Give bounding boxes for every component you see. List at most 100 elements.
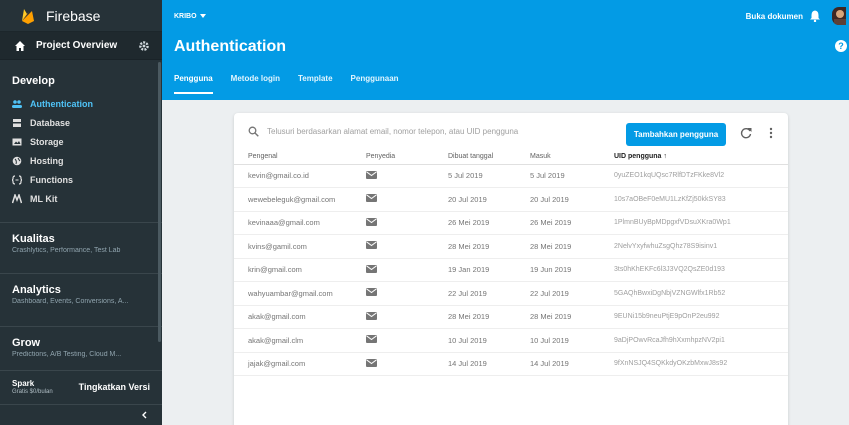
group-title: Kualitas <box>12 233 55 245</box>
provider-cell <box>352 187 434 212</box>
sidebar-group-kualitas[interactable]: Kualitas Crashlytics, Performance, Test … <box>0 223 162 265</box>
avatar[interactable] <box>832 7 846 25</box>
group-subtitle: Dashboard, Events, Conversions, A... <box>12 298 129 305</box>
signed-in-date: 20 Jul 2019 <box>516 187 600 212</box>
user-uid: 0yuZEO1kqUQsc7RlfDTzFKke8Vl2 <box>600 164 788 188</box>
signed-in-date: 10 Jul 2019 <box>516 328 600 353</box>
page-title: Authentication <box>174 38 286 55</box>
user-uid: 10s7aOBeF0eMU1LzKfZj50kkSY83 <box>600 187 788 212</box>
provider-cell <box>352 258 434 282</box>
upgrade-button[interactable]: Tingkatkan Versi <box>79 382 150 392</box>
plan-name: Spark <box>12 378 35 388</box>
table-row[interactable]: jajak@gmail.com 14 Jul 2019 14 Jul 2019 9fX… <box>234 352 788 376</box>
tab-penggunaan[interactable]: Penggunaan <box>351 74 399 94</box>
signed-in-date: 5 Jul 2019 <box>516 164 600 188</box>
users-card: Tambahkan pengguna Pengenal Penyedia Dib… <box>234 113 788 425</box>
table-row[interactable]: kevinaaa@gmail.com 26 Mei 2019 26 Mei 2019… <box>234 211 788 235</box>
user-identifier: wahyuambar@gmail.com <box>234 281 352 306</box>
group-title: Grow <box>12 337 41 349</box>
table-row[interactable]: krin@gmail.com 19 Jan 2019 19 Jun 2019 3ts0… <box>234 258 788 282</box>
provider-cell <box>352 305 434 329</box>
signed-in-date: 14 Jul 2019 <box>516 352 600 376</box>
refresh-icon[interactable] <box>740 127 752 139</box>
table-row[interactable]: akak@gmail.clm 10 Jul 2019 10 Jul 2019 9aDj… <box>234 328 788 353</box>
firebase-logo-icon <box>22 8 34 24</box>
search-input[interactable] <box>267 127 627 136</box>
signed-in-date: 26 Mei 2019 <box>516 211 600 235</box>
group-subtitle: Crashlytics, Performance, Test Lab <box>12 247 121 254</box>
group-title: Analytics <box>12 284 61 296</box>
email-provider-icon <box>366 170 377 179</box>
table-row[interactable]: kvins@gamil.com 28 Mei 2019 28 Mei 2019 2Ne… <box>234 234 788 259</box>
user-uid: 2NelvYxyfwhuZsgQhz78S9isinv1 <box>600 234 788 259</box>
sidebar-scrollbar[interactable] <box>158 62 161 342</box>
sidebar-item-ml-kit[interactable]: ML Kit <box>0 189 162 208</box>
signed-in-date: 28 Mei 2019 <box>516 305 600 329</box>
more-vert-icon[interactable] <box>769 127 773 139</box>
signed-in-date: 19 Jun 2019 <box>516 258 600 282</box>
sidebar-group-analytics[interactable]: Analytics Dashboard, Events, Conversions… <box>0 274 162 318</box>
functions-icon <box>12 174 22 185</box>
table-row[interactable]: wewebeleguk@gmail.com 20 Jul 2019 20 Jul 2… <box>234 187 788 212</box>
tab-metode-login[interactable]: Metode login <box>231 74 280 94</box>
tab-template[interactable]: Template <box>298 74 333 94</box>
sidebar-item-functions[interactable]: Functions <box>0 170 162 189</box>
table-row[interactable]: kevin@gmail.co.id 5 Jul 2019 5 Jul 2019 0yu… <box>234 164 788 188</box>
group-subtitle: Predictions, A/B Testing, Cloud M... <box>12 351 122 358</box>
column-header-signed-in[interactable]: Masuk <box>516 150 600 165</box>
email-provider-icon <box>366 358 377 367</box>
column-header-created[interactable]: Dibuat tanggal <box>434 150 516 165</box>
created-date: 26 Mei 2019 <box>434 211 516 235</box>
created-date: 22 Jul 2019 <box>434 281 516 306</box>
sidebar-item-label: Functions <box>30 174 73 185</box>
tab-pengguna[interactable]: Pengguna <box>174 74 213 94</box>
sidebar-item-label: Database <box>30 117 71 128</box>
gear-icon[interactable] <box>138 40 150 52</box>
user-identifier: krin@gmail.com <box>234 258 352 282</box>
user-uid: 1PlmnBUyBpMDpgxfVDsuXKra0Wp1 <box>600 211 788 235</box>
help-icon[interactable]: ? <box>835 40 847 52</box>
sidebar-item-authentication[interactable]: Authentication <box>0 94 162 113</box>
email-provider-icon <box>366 311 377 320</box>
table-row[interactable]: wahyuambar@gmail.com 22 Jul 2019 22 Jul 20… <box>234 281 788 306</box>
sidebar-item-database[interactable]: Database <box>0 113 162 132</box>
user-identifier: kevin@gmail.co.id <box>234 164 352 188</box>
add-user-button[interactable]: Tambahkan pengguna <box>626 123 726 146</box>
table-row[interactable]: akak@gmail.com 28 Mei 2019 28 Mei 2019 9EUN… <box>234 305 788 329</box>
sort-arrow-icon: ↑ <box>663 153 667 161</box>
email-provider-icon <box>366 335 377 344</box>
created-date: 5 Jul 2019 <box>434 164 516 188</box>
sidebar-item-storage[interactable]: Storage <box>0 132 162 151</box>
sidebar-item-label: Storage <box>30 136 64 147</box>
ml-kit-icon <box>12 193 22 203</box>
collapse-sidebar-button[interactable] <box>0 404 162 425</box>
user-uid: 5GAQhBwxiDgNbjVZNGWlfx1Rb52 <box>600 281 788 306</box>
column-header-uid[interactable]: UID pengguna ↑ <box>600 150 788 165</box>
user-avatar-icon <box>834 10 846 25</box>
column-header-provider[interactable]: Penyedia <box>352 150 434 165</box>
created-date: 20 Jul 2019 <box>434 187 516 212</box>
sidebar-item-hosting[interactable]: Hosting <box>0 151 162 170</box>
sidebar-item-project-overview[interactable]: Project Overview <box>0 32 162 60</box>
sidebar-header[interactable]: Firebase <box>0 0 162 32</box>
provider-cell <box>352 328 434 353</box>
sidebar-item-label: Authentication <box>30 98 93 109</box>
user-identifier: jajak@gmail.com <box>234 352 352 376</box>
column-header-identifier[interactable]: Pengenal <box>234 150 352 165</box>
email-provider-icon <box>366 217 377 226</box>
provider-cell <box>352 234 434 259</box>
user-identifier: kvins@gamil.com <box>234 234 352 259</box>
sidebar-item-label: Hosting <box>30 155 64 166</box>
user-identifier: akak@gmail.clm <box>234 328 352 353</box>
sidebar-item-label: ML Kit <box>30 193 58 204</box>
signed-in-date: 22 Jul 2019 <box>516 281 600 306</box>
project-selector[interactable]: KRIBO <box>174 13 206 20</box>
sidebar-group-grow[interactable]: Grow Predictions, A/B Testing, Cloud M..… <box>0 327 162 358</box>
created-date: 28 Mei 2019 <box>434 234 516 259</box>
docs-link[interactable]: Buka dokumen <box>746 12 803 21</box>
users-table-body: kevin@gmail.co.id 5 Jul 2019 5 Jul 2019 0yu… <box>234 164 788 376</box>
people-icon <box>12 99 22 108</box>
created-date: 10 Jul 2019 <box>434 328 516 353</box>
section-title-develop[interactable]: Develop <box>0 68 162 94</box>
bell-icon[interactable] <box>810 10 820 22</box>
